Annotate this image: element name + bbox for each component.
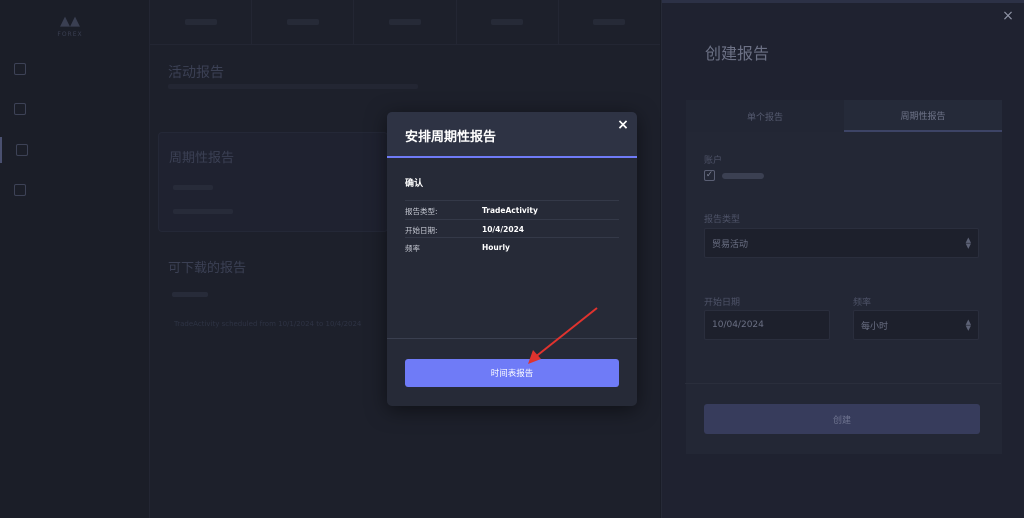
report-tabs: 单个报告 周期性报告 (686, 100, 1002, 132)
drawer-title: 创建报告 (705, 44, 770, 63)
placeholder-line (172, 292, 208, 297)
sidebar-item-2[interactable] (0, 96, 150, 122)
summary-key: 报告类型: (405, 207, 438, 216)
dialog-footer-divider (387, 338, 637, 339)
dialog-header: 安排周期性报告 × (387, 112, 637, 158)
summary-key: 开始日期: (405, 226, 438, 235)
summary-value: TradeActivity (482, 206, 538, 215)
summary-row-report-type: 报告类型: TradeActivity (405, 200, 619, 219)
summary-key: 频率 (405, 244, 420, 253)
tab-periodic-report[interactable]: 周期性报告 (844, 100, 1002, 132)
report-type-select[interactable]: 贸易活动 ▲ ▼ (704, 228, 979, 258)
tab-single-report[interactable]: 单个报告 (686, 100, 844, 132)
dialog-title: 安排周期性报告 (405, 130, 497, 145)
sidebar-item-reports[interactable] (0, 137, 150, 163)
select-chevron-icon: ▲ ▼ (965, 318, 971, 332)
downloadable-reports-title: 可下载的报告 (168, 261, 247, 276)
placeholder-line (173, 209, 233, 214)
toolbar-item[interactable] (457, 0, 559, 44)
start-date-value: 10/04/2024 (712, 320, 764, 330)
clipboard-icon (16, 144, 28, 156)
sidebar-item-1[interactable] (0, 56, 150, 82)
summary-row-start-date: 开始日期: 10/4/2024 (405, 219, 619, 238)
schedule-report-button[interactable]: 时间表报告 (405, 359, 619, 387)
report-type-label: 报告类型 (704, 215, 741, 225)
toolbar-item[interactable] (354, 0, 457, 44)
toolbar-item[interactable] (559, 0, 660, 44)
start-date-input[interactable]: 10/04/2024 (704, 310, 830, 340)
brand-logo: ▲▲ FOREX (50, 14, 90, 40)
dashboard-icon (14, 63, 26, 75)
page-subtitle (168, 84, 418, 89)
select-chevron-icon: ▲ ▼ (965, 236, 971, 250)
account-checkbox[interactable]: ✓ (704, 170, 715, 181)
drawer-top-border (662, 0, 1024, 3)
frequency-select[interactable]: 每小时 ▲ ▼ (853, 310, 979, 340)
toolbar-item[interactable] (252, 0, 355, 44)
start-date-label: 开始日期 (704, 298, 741, 308)
sidebar-item-4[interactable] (0, 177, 150, 203)
confirm-heading: 确认 (405, 179, 424, 189)
logo-mark-icon: ▲▲ (60, 14, 80, 29)
drawer-close-icon[interactable]: × (1000, 8, 1016, 24)
dialog-close-icon[interactable]: × (615, 117, 631, 133)
report-type-value: 贸易活动 (712, 239, 749, 250)
top-toolbar (150, 0, 660, 45)
frequency-label: 频率 (853, 298, 872, 308)
summary-value: Hourly (482, 243, 510, 252)
sidebar: ▲▲ FOREX (0, 0, 150, 518)
check-icon (14, 103, 26, 115)
account-label: 账户 (704, 156, 723, 166)
drawer-divider (685, 383, 1001, 384)
settings-icon (14, 184, 26, 196)
placeholder-line (173, 185, 213, 190)
periodic-reports-card: 周期性报告 (158, 132, 388, 232)
page-title: 活动报告 (168, 65, 224, 81)
summary-row-frequency: 频率 Hourly (405, 237, 619, 256)
downloadable-reports-card: 可下载的报告 TradeActivity scheduled from 10/1… (158, 244, 388, 344)
summary-value: 10/4/2024 (482, 225, 525, 234)
frequency-value: 每小时 (861, 321, 889, 332)
create-button[interactable]: 创建 (704, 404, 980, 434)
account-name-redacted (722, 173, 764, 179)
download-row[interactable]: TradeActivity scheduled from 10/1/2024 t… (174, 320, 361, 328)
create-report-drawer: × 创建报告 单个报告 周期性报告 (661, 0, 1024, 518)
periodic-reports-title: 周期性报告 (169, 151, 235, 166)
schedule-report-dialog: 安排周期性报告 × 确认 报告类型: TradeActivity 开始日期: 1… (387, 112, 637, 406)
logo-text: FOREX (57, 31, 83, 38)
toolbar-item[interactable] (150, 0, 253, 44)
